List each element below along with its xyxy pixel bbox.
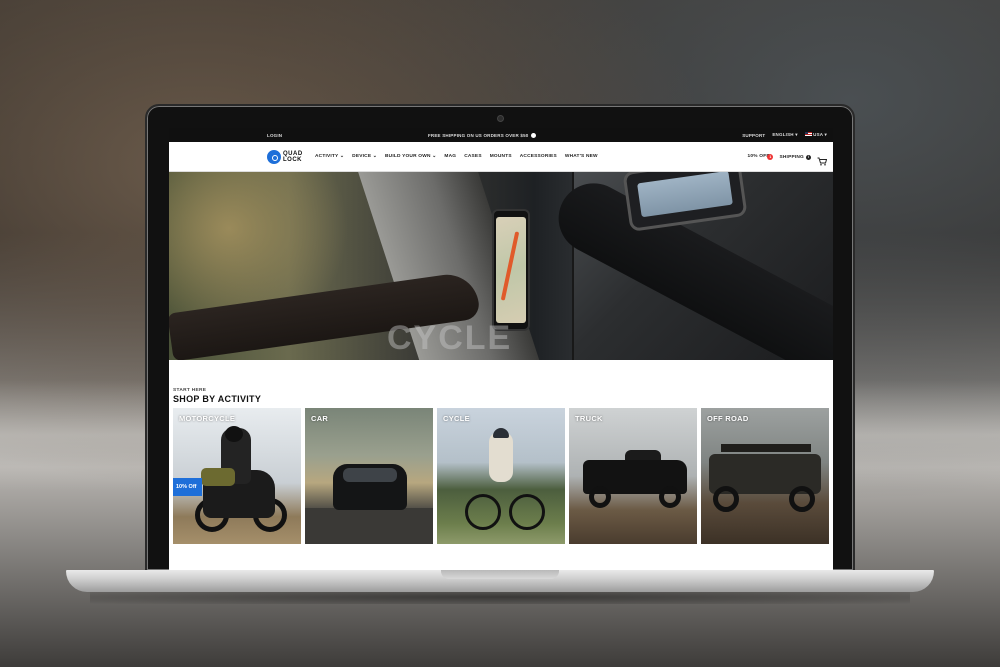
tile-label: MOTORCYCLE: [179, 414, 236, 423]
nav-item-cases[interactable]: CASES: [464, 154, 482, 159]
roof-rack-image: [721, 444, 811, 452]
road-image: [305, 508, 433, 544]
activity-tiles: MOTORCYCLE 10% Off CAR CYCLE TRUCK OFF R…: [173, 408, 829, 544]
info-icon[interactable]: [531, 132, 537, 138]
bike-computer-image: [622, 172, 748, 232]
logo-line2: LOCK: [283, 156, 302, 163]
activity-tile-off-road[interactable]: OFF ROAD: [701, 408, 829, 544]
shipping-link[interactable]: SHIPPING i: [779, 154, 811, 160]
chevron-down-icon: ⌄: [339, 154, 345, 159]
wheel-image: [589, 486, 611, 508]
helmet-image: [493, 428, 509, 438]
section-kicker: START HERE: [173, 388, 207, 393]
laptop-shadow: [90, 590, 910, 604]
laptop-screen: LOGIN FREE SHIPPING ON US ORDERS OVER $5…: [169, 128, 833, 570]
bag-image: [201, 468, 235, 486]
bike-computer-screen: [637, 172, 733, 218]
promo-link[interactable]: 10% OFF1: [748, 154, 774, 160]
discount-badge: 10% Off: [173, 478, 203, 496]
wheel-image: [465, 494, 501, 530]
utility-right: SUPPORT ENGLISH ▾ USA ▾: [742, 132, 827, 138]
webcam-icon: [497, 115, 504, 122]
wheel-image: [789, 486, 815, 512]
main-nav: QUAD LOCK ACTIVITY ⌄ DEVICE ⌄ BUILD YOUR…: [169, 142, 833, 172]
helmet-image: [225, 426, 243, 442]
activity-tile-truck[interactable]: TRUCK: [569, 408, 697, 544]
shipping-notice-text: FREE SHIPPING ON US ORDERS OVER $50: [427, 132, 529, 138]
language-select[interactable]: ENGLISH ▾: [772, 132, 797, 138]
nav-item-whats-new[interactable]: WHAT'S NEW: [565, 154, 598, 159]
hero-cycle-image: [546, 172, 833, 360]
us-flag-icon: [804, 132, 812, 136]
support-link[interactable]: SUPPORT: [742, 133, 765, 138]
region-select[interactable]: USA ▾: [804, 132, 827, 138]
nav-item-label: DEVICE: [352, 154, 372, 159]
shipping-info-badge: i: [806, 154, 811, 160]
activity-tile-motorcycle[interactable]: MOTORCYCLE 10% Off: [173, 408, 301, 544]
cyclist-image: [489, 432, 513, 482]
tile-label: OFF ROAD: [707, 414, 749, 423]
promo-label: 10% OFF: [747, 154, 770, 159]
nav-item-activity[interactable]: ACTIVITY ⌄: [315, 154, 344, 159]
section-heading: SHOP BY ACTIVITY: [173, 394, 262, 404]
utility-bar: LOGIN FREE SHIPPING ON US ORDERS OVER $5…: [169, 128, 833, 142]
hero-phone-image: [492, 209, 530, 331]
nav-item-label: BUILD YOUR OWN: [385, 154, 431, 159]
nav-right: 10% OFF1 SHIPPING i: [748, 142, 828, 172]
car-windshield: [343, 468, 397, 482]
chevron-down-icon: ▾: [795, 132, 798, 137]
cart-icon[interactable]: [817, 153, 828, 166]
hero-title: CYCLE: [387, 319, 513, 357]
activity-tile-cycle[interactable]: CYCLE: [437, 408, 565, 544]
wheel-image: [713, 486, 739, 512]
laptop-lid: LOGIN FREE SHIPPING ON US ORDERS OVER $5…: [145, 104, 855, 572]
logo-mark-icon: [267, 149, 281, 164]
wheel-image: [509, 494, 545, 530]
nav-item-mag[interactable]: MAG: [444, 154, 456, 159]
shipping-label: SHIPPING: [779, 154, 804, 160]
tile-label: TRUCK: [575, 414, 603, 423]
wheel-image: [659, 486, 681, 508]
logo-wordmark: QUAD LOCK: [283, 151, 307, 163]
tile-label: CYCLE: [443, 414, 470, 423]
quad-lock-logo[interactable]: QUAD LOCK: [267, 149, 307, 164]
hero-banner[interactable]: CYCLE: [169, 172, 833, 360]
chevron-down-icon: ⌄: [372, 154, 377, 159]
laptop-notch: [441, 570, 559, 579]
nav-item-label: ACTIVITY: [315, 154, 339, 159]
nav-item-mounts[interactable]: MOUNTS: [490, 154, 512, 159]
chevron-down-icon: ▾: [824, 132, 827, 137]
nav-item-device[interactable]: DEVICE ⌄: [352, 154, 377, 159]
laptop-base: [66, 570, 934, 592]
tile-label: CAR: [311, 414, 329, 423]
activity-tile-car[interactable]: CAR: [305, 408, 433, 544]
shop-by-activity: START HERE SHOP BY ACTIVITY MOTORCYCLE 1…: [169, 360, 833, 544]
login-link[interactable]: LOGIN: [267, 133, 282, 138]
region-label: USA: [813, 132, 824, 137]
nav-item-accessories[interactable]: ACCESSORIES: [520, 154, 557, 159]
shipping-notice: FREE SHIPPING ON US ORDERS OVER $50: [427, 132, 537, 138]
chevron-down-icon: ⌄: [432, 154, 437, 159]
language-label: ENGLISH: [772, 132, 794, 137]
nav-item-build-your-own[interactable]: BUILD YOUR OWN ⌄: [385, 154, 436, 159]
nav-menu: ACTIVITY ⌄ DEVICE ⌄ BUILD YOUR OWN ⌄ MAG…: [315, 154, 598, 159]
promo-badge: 1: [767, 154, 774, 160]
